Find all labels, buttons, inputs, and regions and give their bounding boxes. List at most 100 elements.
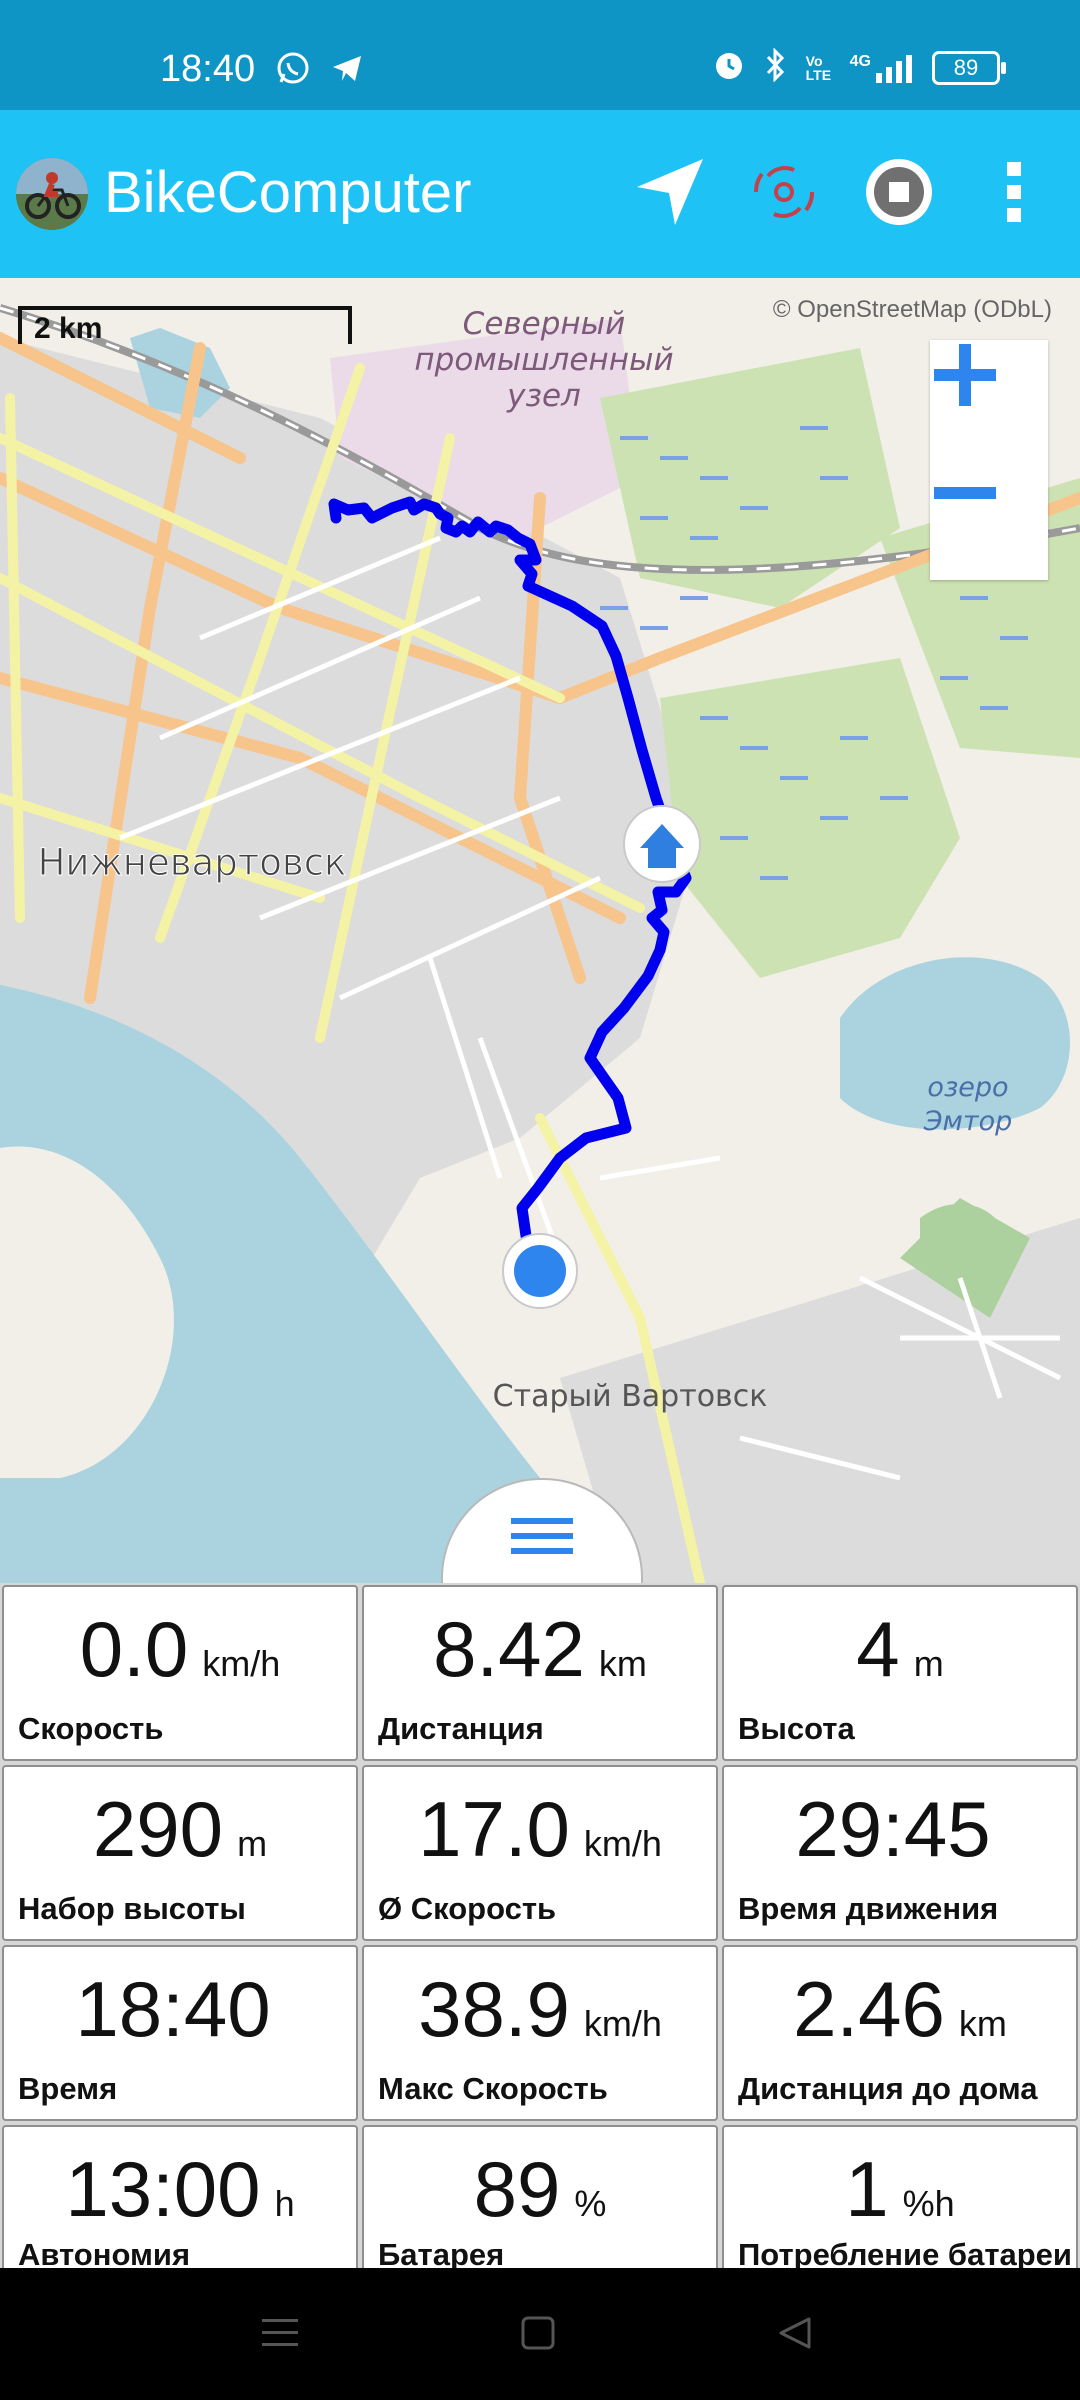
metric-cell-max-speed[interactable]: 38.9 km/h Макс Скорость (362, 1945, 718, 2121)
navigation-arrow-button[interactable] (626, 150, 714, 238)
metric-value: 89 (473, 2145, 561, 2233)
app-title: BikeComputer (104, 160, 472, 225)
metric-value: 2.46 (793, 1965, 945, 2053)
system-navigation-bar (0, 2268, 1080, 2400)
metric-unit: km/h (202, 1643, 281, 1684)
metric-cell-time[interactable]: 18:40 Время (2, 1945, 358, 2121)
map-label-lake-1: озеро (927, 1072, 1008, 1103)
metric-value: 38.9 (418, 1965, 570, 2053)
metric-value: 29:45 (795, 1785, 991, 1873)
metric-value: 18:40 (75, 1965, 271, 2053)
metric-value: 290 (92, 1785, 224, 1873)
metric-value: 8.42 (433, 1605, 585, 1693)
metric-value-row: 0.0 km/h (4, 1601, 356, 1712)
volte-icon: Vo LTE (805, 53, 832, 83)
metric-label: Время (18, 2071, 118, 2106)
metric-label: Высота (738, 1711, 855, 1746)
gps-signal-button[interactable] (740, 150, 828, 238)
metric-unit: km (958, 2003, 1007, 2044)
metric-unit: %h (902, 2183, 955, 2224)
metric-value-row: 89% (364, 2141, 716, 2252)
app-logo-icon (16, 158, 88, 230)
metric-cell-speed[interactable]: 0.0 km/h Скорость (2, 1585, 358, 1761)
zoom-in-button[interactable] (930, 340, 1048, 458)
zoom-controls (930, 340, 1048, 580)
metric-cell-autonomy[interactable]: 13:00 h Автономия (2, 2125, 358, 2268)
map-view[interactable]: Северный промышленный узел Нижневартовск… (0, 278, 1080, 1583)
map-label-industrial-2: промышленный (414, 342, 673, 378)
metric-unit: m (913, 1643, 944, 1684)
nav-home-button[interactable] (513, 2310, 563, 2360)
battery-icon: 89 (932, 51, 1006, 85)
metric-label: Дистанция до дома (738, 2071, 1038, 2106)
metric-unit: km/h (583, 1823, 662, 1864)
telegram-icon (329, 50, 365, 91)
metrics-grid: 0.0 km/h Скорость 8.42 km Дистанция 4m Выс… (0, 1583, 1080, 2268)
map-attribution[interactable]: © OpenStreetMap (ODbL) (773, 296, 1052, 324)
metric-value-row: 29:45 (724, 1781, 1076, 1892)
stop-record-button[interactable] (855, 150, 943, 238)
metric-value-row: 1 %h (724, 2141, 1076, 2252)
metric-label: Макс Скорость (378, 2071, 608, 2106)
current-location-marker (502, 1233, 578, 1309)
metric-value: 1 (845, 2145, 889, 2233)
alarm-icon (712, 48, 746, 88)
metric-label: Потребление батареи (738, 2237, 1072, 2268)
map-scale-bar: 2 km (18, 306, 352, 345)
metric-cell-battery[interactable]: 89% Батарея (362, 2125, 718, 2268)
metric-label: Батарея (378, 2237, 505, 2268)
metric-value-row: 4m (724, 1601, 1076, 1712)
map-label-city: Нижневартовск (38, 841, 347, 884)
nav-back-button[interactable] (770, 2310, 820, 2360)
status-system-icons: Vo LTE 4G 89 (712, 47, 1006, 88)
app-bar: BikeComputer (0, 110, 1080, 278)
whatsapp-icon (275, 50, 311, 91)
overflow-menu-button[interactable] (970, 150, 1058, 238)
metric-label: Автономия (18, 2237, 191, 2268)
metric-cell-moving-time[interactable]: 29:45 Время движения (722, 1765, 1078, 1941)
more-vert-icon (999, 156, 1029, 233)
metric-value-row: 38.9 km/h (364, 1961, 716, 2072)
metric-value-row: 2.46 km (724, 1961, 1076, 2072)
metric-unit: m (237, 1823, 268, 1864)
bluetooth-icon (764, 47, 788, 88)
metric-value-row: 18:40 (4, 1961, 356, 2072)
metric-label: Скорость (18, 1711, 164, 1746)
metric-cell-altitude[interactable]: 4m Высота (722, 1585, 1078, 1761)
metric-unit: km (598, 1643, 647, 1684)
home-marker-icon[interactable] (623, 805, 701, 883)
metric-label: Дистанция (378, 1711, 544, 1746)
metric-value-row: 290 m (4, 1781, 356, 1892)
status-time: 18:40 (160, 48, 256, 90)
map-scale-label: 2 km (34, 312, 103, 345)
metric-value: 4 (856, 1605, 900, 1693)
metric-value-row: 13:00 h (4, 2141, 356, 2252)
network-type-label: 4G (849, 53, 871, 70)
map-canvas: Северный промышленный узел Нижневартовск… (0, 278, 1080, 1583)
menu-lines-icon (260, 2313, 300, 2358)
status-bar: 18:40 Vo LTE 4G 89 (0, 0, 1080, 110)
metric-value: 13:00 (65, 2145, 261, 2233)
gps-signal-icon (748, 156, 820, 233)
stop-record-icon (863, 156, 935, 233)
metric-cell-distance[interactable]: 8.42 km Дистанция (362, 1585, 718, 1761)
status-notification-icons (275, 50, 365, 91)
metric-label: Время движения (738, 1891, 999, 1926)
metric-value-row: 8.42 km (364, 1601, 716, 1712)
metric-cell-elevation-gain[interactable]: 290 m Набор высоты (2, 1765, 358, 1941)
zoom-out-button[interactable] (930, 458, 1048, 576)
metric-value: 0.0 (79, 1605, 189, 1693)
metric-value: 17.0 (418, 1785, 570, 1873)
map-label-lake-2: Эмтор (923, 1106, 1013, 1137)
nav-recents-button[interactable] (255, 2310, 305, 2360)
metric-cell-distance-home[interactable]: 2.46 km Дистанция до дома (722, 1945, 1078, 2121)
metric-value-row: 17.0 km/h (364, 1781, 716, 1892)
square-icon (518, 2313, 558, 2358)
metric-label: Набор высоты (18, 1891, 246, 1926)
metric-cell-battery-consumption[interactable]: 1 %h Потребление батареи (722, 2125, 1078, 2268)
map-label-industrial-1: Северный (463, 306, 626, 342)
metric-cell-avg-speed[interactable]: 17.0 km/h Ø Скорость (362, 1765, 718, 1941)
metric-unit: % (574, 2183, 607, 2224)
map-label-old-town: Старый Вартовск (493, 1379, 768, 1414)
map-label-industrial-3: узел (506, 378, 581, 414)
